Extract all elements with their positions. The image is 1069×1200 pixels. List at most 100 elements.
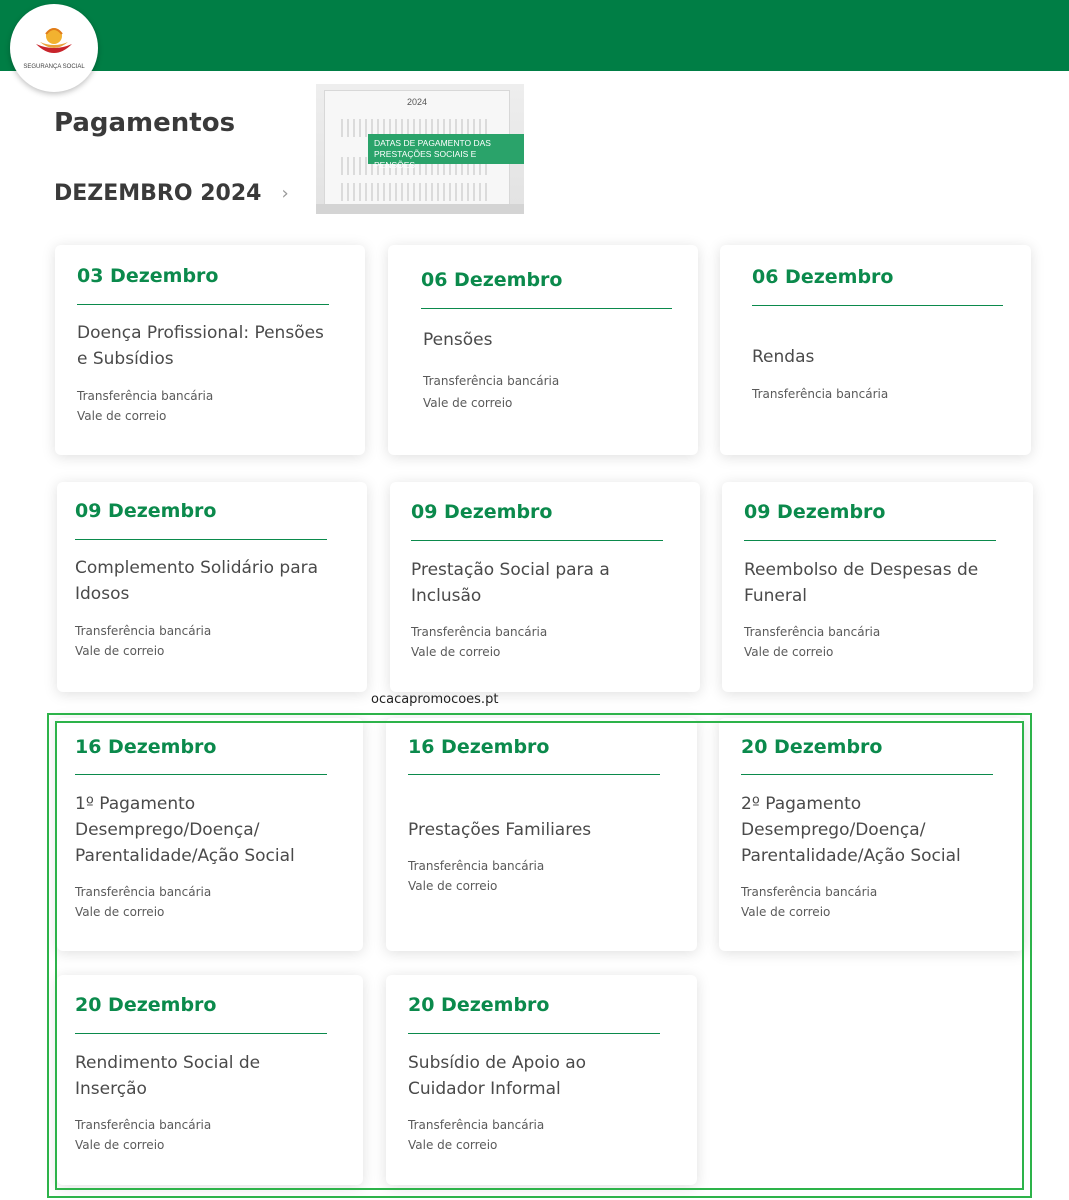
payment-method: Vale de correio <box>408 879 498 893</box>
card-title-line: Inserção <box>75 1079 147 1099</box>
payment-method: Vale de correio <box>408 1138 498 1152</box>
payment-card[interactable]: 20 Dezembro Subsídio de Apoio ao Cuidado… <box>386 975 697 1185</box>
payment-method: Vale de correio <box>75 1138 165 1152</box>
card-date: 16 Dezembro <box>75 736 217 758</box>
card-divider <box>77 304 329 305</box>
card-date: 03 Dezembro <box>77 265 219 287</box>
payment-card[interactable]: 16 Dezembro Prestações Familiares Transf… <box>386 718 697 951</box>
payment-method: Transferência bancária <box>75 624 212 638</box>
payment-card[interactable]: 03 Dezembro Doença Profissional: Pensões… <box>55 245 365 455</box>
card-title-line: Inclusão <box>411 586 482 606</box>
card-title: Doença Profissional: Pensões e Subsídios <box>77 320 324 372</box>
card-title-line: Reembolso de Despesas de <box>744 560 979 580</box>
card-title: Rendimento Social de Inserção <box>75 1050 260 1102</box>
card-title-line: Parentalidade/Ação Social <box>75 846 295 866</box>
card-title-line: Idosos <box>75 584 130 604</box>
card-divider <box>408 1033 660 1034</box>
card-title: Prestação Social para a Inclusão <box>411 557 610 609</box>
payment-method: Vale de correio <box>423 396 513 410</box>
card-title-line: Parentalidade/Ação Social <box>741 846 961 866</box>
card-divider <box>744 540 996 541</box>
seguranca-social-logo[interactable]: SEGURANÇA SOCIAL <box>10 4 98 92</box>
card-title: Complemento Solidário para Idosos <box>75 555 318 607</box>
payment-card[interactable]: 16 Dezembro 1º Pagamento Desemprego/Doen… <box>57 718 363 951</box>
payment-method: Transferência bancária <box>77 389 214 403</box>
card-title: Pensões <box>423 327 492 353</box>
calendar-base <box>316 204 524 214</box>
card-title: 1º Pagamento Desemprego/Doença/ Parental… <box>75 791 295 869</box>
watermark-text: ocacapromocoes.pt <box>371 692 499 707</box>
card-divider <box>75 539 327 540</box>
payment-method: Transferência bancária <box>408 1118 545 1132</box>
payment-method: Transferência bancária <box>75 1118 212 1132</box>
card-title-line: Rendimento Social de <box>75 1053 261 1073</box>
payment-method: Transferência bancária <box>411 625 548 639</box>
card-title: Subsídio de Apoio ao Cuidador Informal <box>408 1050 586 1102</box>
card-date: 06 Dezembro <box>421 269 563 291</box>
banner-caption: DATAS DE PAGAMENTO DAS PRESTAÇÕES SOCIAI… <box>368 134 524 170</box>
card-date: 09 Dezembro <box>411 501 553 523</box>
card-title-line: 1º Pagamento <box>75 794 196 814</box>
payment-card[interactable]: 09 Dezembro Complemento Solidário para I… <box>57 482 367 692</box>
card-divider <box>421 308 672 309</box>
card-title: Rendas <box>752 344 814 370</box>
card-title-line: Prestações Familiares <box>408 820 592 840</box>
card-title-line: Rendas <box>752 347 815 367</box>
card-date: 20 Dezembro <box>741 736 883 758</box>
payment-method: Vale de correio <box>411 645 501 659</box>
calendar-grid-row <box>341 183 491 201</box>
month-navigator: DEZEMBRO 2024 › <box>54 181 289 206</box>
card-divider <box>752 305 1003 306</box>
payment-method: Vale de correio <box>75 644 165 658</box>
card-title-line: Prestação Social para a <box>411 560 610 580</box>
payment-method: Transferência bancária <box>75 885 212 899</box>
banner-caption-line: PRESTAÇÕES SOCIAIS E PENSÕES <box>374 149 477 170</box>
payment-card[interactable]: 09 Dezembro Prestação Social para a Incl… <box>390 482 700 692</box>
payment-method: Vale de correio <box>741 905 831 919</box>
card-divider <box>75 1033 327 1034</box>
logo-emblem-icon <box>36 28 72 53</box>
payment-method: Vale de correio <box>75 905 165 919</box>
month-label: DEZEMBRO 2024 <box>54 181 262 206</box>
payment-card[interactable]: 09 Dezembro Reembolso de Despesas de Fun… <box>722 482 1033 692</box>
card-title: Reembolso de Despesas de Funeral <box>744 557 978 609</box>
card-date: 20 Dezembro <box>408 994 550 1016</box>
card-divider <box>408 774 660 775</box>
card-divider <box>75 774 327 775</box>
card-title-line: Desemprego/Doença/ <box>741 820 926 840</box>
payment-method: Transferência bancária <box>744 625 881 639</box>
logo-caption: SEGURANÇA SOCIAL <box>23 64 85 70</box>
card-date: 09 Dezembro <box>744 501 886 523</box>
banner-year: 2024 <box>406 97 428 107</box>
card-title-line: Complemento Solidário para <box>75 558 319 578</box>
card-date: 20 Dezembro <box>75 994 217 1016</box>
payment-method: Transferência bancária <box>408 859 545 873</box>
page-title: Pagamentos <box>54 108 236 138</box>
card-title-line: Doença Profissional: Pensões <box>77 323 324 343</box>
payment-method: Transferência bancária <box>741 885 878 899</box>
card-title-line: Pensões <box>423 330 493 350</box>
payment-method: Transferência bancária <box>423 374 560 388</box>
card-title-line: 2º Pagamento <box>741 794 862 814</box>
card-title-line: Subsídio de Apoio ao <box>408 1053 587 1073</box>
card-title-line: Desemprego/Doença/ <box>75 820 260 840</box>
payment-card[interactable]: 06 Dezembro Pensões Transferência bancár… <box>388 245 698 455</box>
banner-caption-line: DATAS DE PAGAMENTO DAS <box>374 138 491 148</box>
card-title-line: Funeral <box>744 586 807 606</box>
card-date: 09 Dezembro <box>75 500 217 522</box>
card-title-line: e Subsídios <box>77 349 174 369</box>
card-date: 06 Dezembro <box>752 266 894 288</box>
payment-card[interactable]: 06 Dezembro Rendas Transferência bancári… <box>720 245 1031 455</box>
card-title: 2º Pagamento Desemprego/Doença/ Parental… <box>741 791 961 869</box>
payment-method: Transferência bancária <box>752 387 889 401</box>
card-date: 16 Dezembro <box>408 736 550 758</box>
payment-card[interactable]: 20 Dezembro 2º Pagamento Desemprego/Doen… <box>719 718 1024 951</box>
top-header-bar <box>0 0 1069 71</box>
payment-method: Vale de correio <box>744 645 834 659</box>
chevron-right-icon[interactable]: › <box>281 183 288 204</box>
payment-dates-banner-image: 2024 DATAS DE PAGAMENTO DAS PRESTAÇÕES S… <box>316 84 524 214</box>
card-divider <box>741 774 993 775</box>
card-divider <box>411 540 663 541</box>
card-title-line: Cuidador Informal <box>408 1079 561 1099</box>
payment-card[interactable]: 20 Dezembro Rendimento Social de Inserçã… <box>57 975 363 1185</box>
